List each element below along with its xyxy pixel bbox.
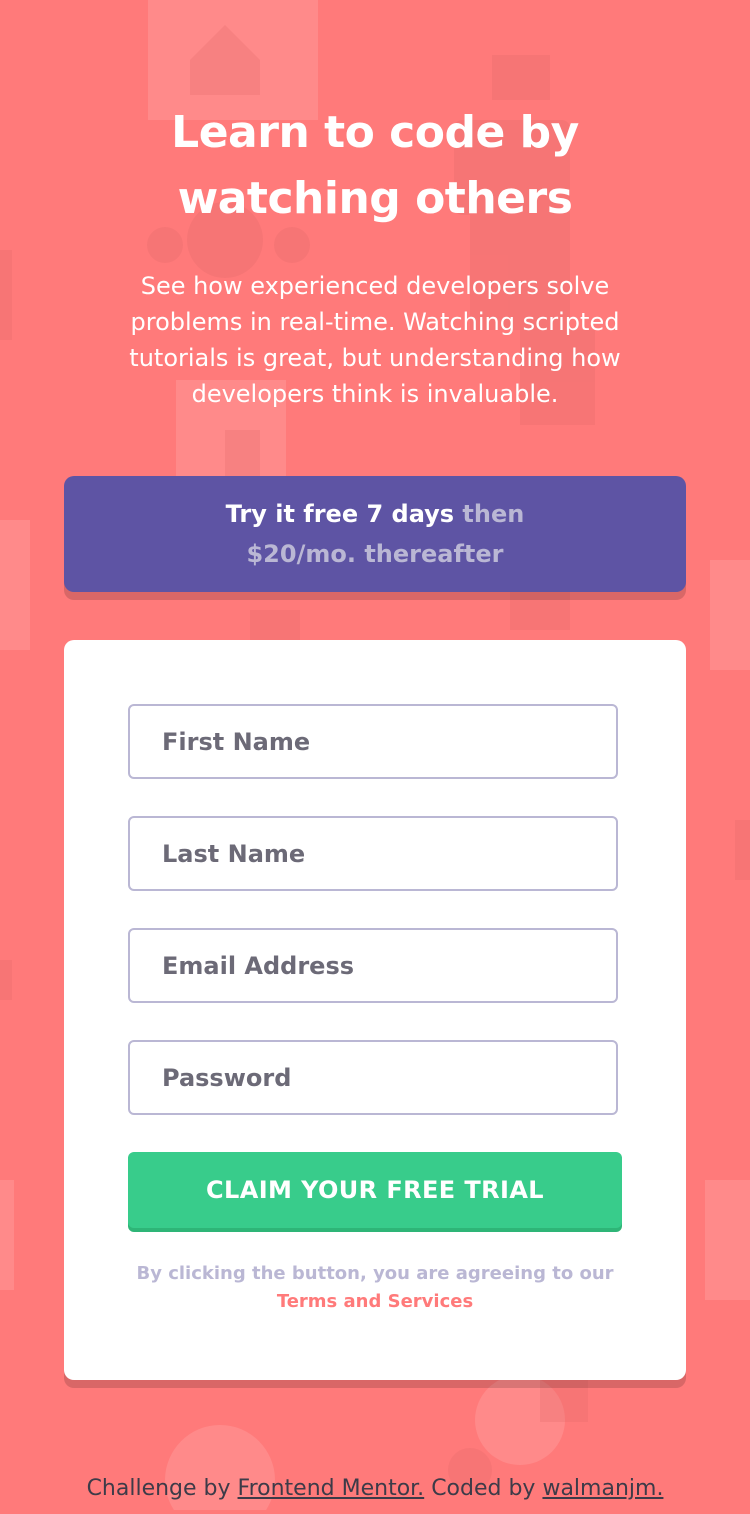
hero-title: Learn to code by watching others — [171, 107, 579, 224]
hero-section: Learn to code by watching others See how… — [0, 100, 750, 412]
promo-strong-text: Try it free 7 days — [225, 500, 455, 528]
signup-form: CLAIM YOUR FREE TRIAL By clicking the bu… — [64, 640, 686, 1380]
frontend-mentor-link[interactable]: Frontend Mentor. — [238, 1476, 425, 1501]
author-link[interactable]: walmanjm. — [542, 1476, 663, 1501]
claim-free-trial-button[interactable]: CLAIM YOUR FREE TRIAL — [128, 1152, 622, 1228]
footer-prefix: Challenge by — [86, 1476, 231, 1501]
last-name-input[interactable] — [128, 816, 618, 891]
password-input[interactable] — [128, 1040, 618, 1115]
email-input[interactable] — [128, 928, 618, 1003]
first-name-input[interactable] — [128, 704, 618, 779]
terms-link[interactable]: Terms and Services — [277, 1291, 473, 1312]
trial-promo-banner: Try it free 7 days then $20/mo. thereaft… — [64, 476, 686, 592]
footer-middle: Coded by — [431, 1476, 536, 1501]
terms-prefix: By clicking the button, you are agreeing… — [136, 1263, 614, 1284]
promo-text: Try it free 7 days then $20/mo. thereaft… — [215, 494, 535, 574]
terms-notice: By clicking the button, you are agreeing… — [64, 1260, 686, 1316]
hero-description: See how experienced developers solve pro… — [129, 272, 621, 408]
attribution-footer: Challenge by Frontend Mentor. Coded by w… — [0, 1476, 750, 1501]
